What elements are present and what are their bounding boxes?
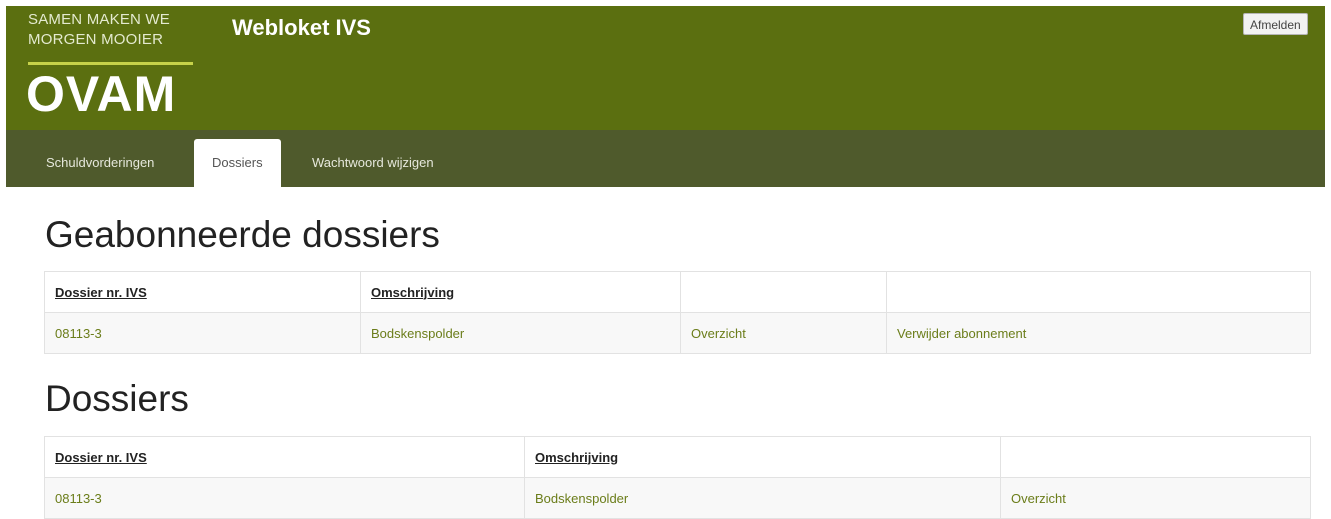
tab-schuldvorderingen[interactable]: Schuldvorderingen [28,139,172,187]
remove-subscription-link[interactable]: Verwijder abonnement [897,326,1026,341]
cell-overview[interactable]: Overzicht [1000,477,1311,519]
column-header-empty [1000,436,1311,478]
app-header: SAMEN MAKEN WE MORGEN MOOIER OVAM Weblok… [6,6,1325,130]
column-header-empty [886,271,1311,313]
column-header-label[interactable]: Omschrijving [535,450,618,465]
table-header-row: Dossier nr. IVS Omschrijving [44,436,1311,478]
tab-wachtwoord-wijzigen[interactable]: Wachtwoord wijzigen [294,139,452,187]
main-nav: Schuldvorderingen Dossiers Wachtwoord wi… [6,130,1325,187]
column-header-label[interactable]: Dossier nr. IVS [55,285,147,300]
column-header-omschrijving[interactable]: Omschrijving [524,436,1001,478]
column-header-dossier-nr[interactable]: Dossier nr. IVS [44,436,525,478]
description-link[interactable]: Bodskenspolder [535,491,628,506]
ovam-logo: OVAM [26,66,177,122]
column-header-dossier-nr[interactable]: Dossier nr. IVS [44,271,361,313]
column-header-label[interactable]: Omschrijving [371,285,454,300]
subscribed-dossiers-table: Dossier nr. IVS Omschrijving 08113-3 Bod… [44,271,1311,354]
table-row: 08113-3 Bodskenspolder Overzicht Verwijd… [44,312,1311,354]
cell-overview[interactable]: Overzicht [680,312,887,354]
tab-dossiers[interactable]: Dossiers [194,139,281,187]
app-title: Webloket IVS [232,15,371,40]
column-header-label[interactable]: Dossier nr. IVS [55,450,147,465]
subscribed-dossiers-heading: Geabonneerde dossiers [45,214,440,255]
cell-remove-subscription[interactable]: Verwijder abonnement [886,312,1311,354]
description-link[interactable]: Bodskenspolder [371,326,464,341]
overview-link[interactable]: Overzicht [691,326,746,341]
dossier-nr-link[interactable]: 08113-3 [55,326,102,341]
cell-description[interactable]: Bodskenspolder [360,312,681,354]
logo-divider [28,62,193,65]
logout-button[interactable]: Afmelden [1243,13,1308,35]
cell-dossier-nr[interactable]: 08113-3 [44,477,525,519]
dossier-nr-link[interactable]: 08113-3 [55,491,102,506]
dossiers-heading: Dossiers [45,378,189,419]
column-header-empty [680,271,887,313]
cell-description[interactable]: Bodskenspolder [524,477,1001,519]
overview-link[interactable]: Overzicht [1011,491,1066,506]
logo-slogan-line2: MORGEN MOOIER [28,31,164,48]
cell-dossier-nr[interactable]: 08113-3 [44,312,361,354]
table-header-row: Dossier nr. IVS Omschrijving [44,271,1311,313]
table-row: 08113-3 Bodskenspolder Overzicht [44,477,1311,519]
logo-slogan: SAMEN MAKEN WE MORGEN MOOIER [28,10,170,50]
logo-slogan-line1: SAMEN MAKEN WE [28,11,170,28]
dossiers-table: Dossier nr. IVS Omschrijving 08113-3 Bod… [44,436,1311,519]
column-header-omschrijving[interactable]: Omschrijving [360,271,681,313]
